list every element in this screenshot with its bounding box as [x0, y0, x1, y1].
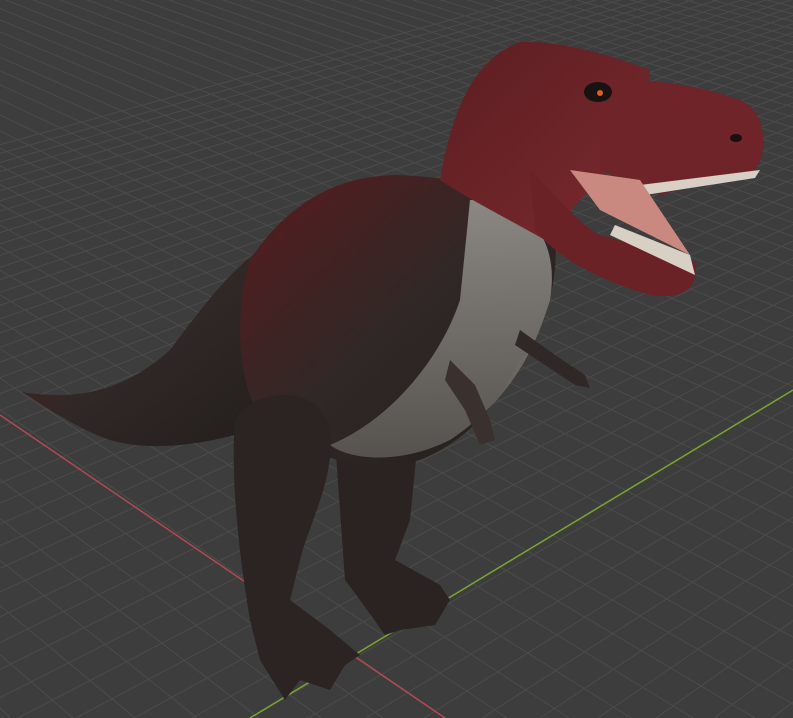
3d-viewport[interactable] [0, 0, 793, 718]
eye-pupil [597, 90, 603, 96]
nostril [730, 134, 742, 142]
trex-model[interactable] [0, 0, 793, 718]
far-arm [515, 330, 590, 388]
